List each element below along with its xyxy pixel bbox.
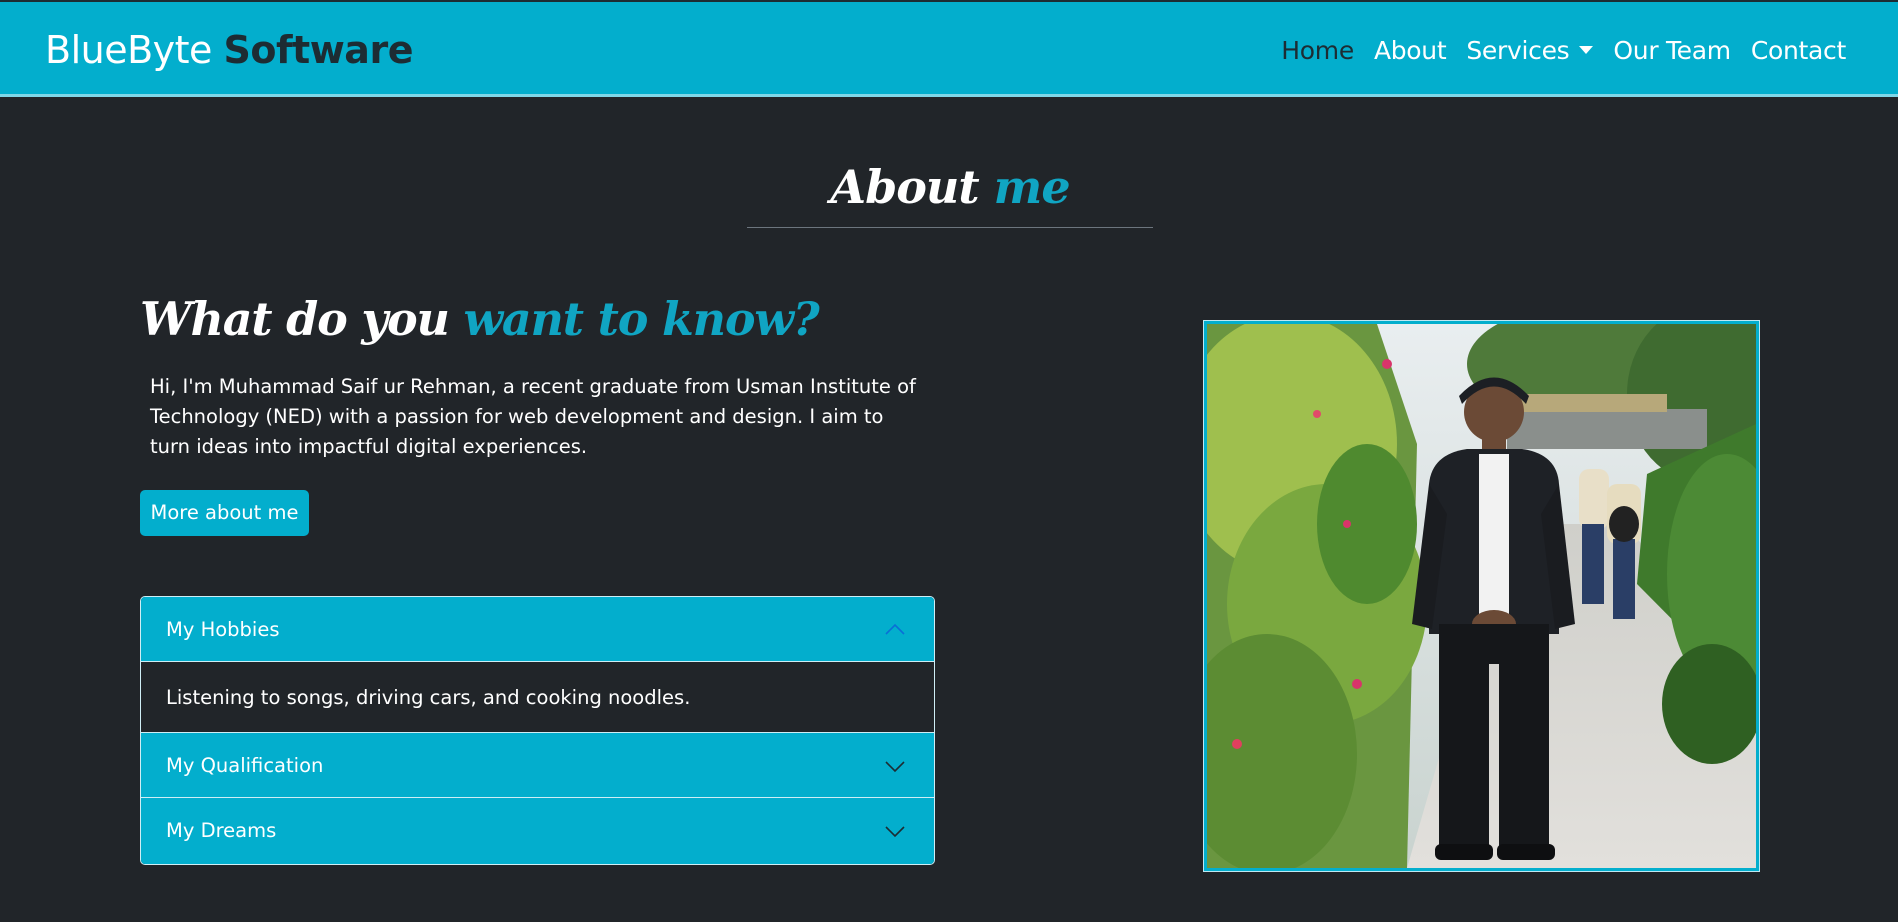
- intro-heading-accent: want to know?: [463, 292, 820, 346]
- accordion: My Hobbies Listening to songs, driving c…: [140, 596, 935, 865]
- accordion-label: My Hobbies: [166, 618, 280, 641]
- intro-heading-main: What do you: [140, 292, 450, 346]
- brand-logo[interactable]: BlueByte Software: [45, 28, 413, 72]
- nav-our-team[interactable]: Our Team: [1613, 36, 1731, 65]
- brand-name-part2: Software: [223, 28, 414, 72]
- accordion-header-qualification[interactable]: My Qualification: [141, 733, 934, 798]
- accordion-body-hobbies: Listening to songs, driving cars, and co…: [141, 662, 934, 733]
- more-about-me-button[interactable]: More about me: [140, 490, 309, 536]
- nav-home[interactable]: Home: [1281, 36, 1354, 65]
- accordion-body-text: Listening to songs, driving cars, and co…: [166, 686, 691, 709]
- nav-about[interactable]: About: [1374, 36, 1447, 65]
- navbar: BlueByte Software Home About Services Ou…: [0, 0, 1898, 97]
- chevron-down-icon: [885, 826, 905, 838]
- accordion-label: My Qualification: [166, 754, 324, 777]
- brand-name-part1: BlueByte: [45, 28, 212, 72]
- caret-down-icon: [1579, 46, 1594, 54]
- intro-paragraph: Hi, I'm Muhammad Saif ur Rehman, a recen…: [150, 375, 916, 458]
- intro-heading: What do you want to know?: [140, 292, 820, 346]
- nav-links: Home About Services Our Team Contact: [1281, 36, 1846, 65]
- section-title-main: About: [830, 160, 979, 214]
- section-divider: [747, 227, 1153, 228]
- section-title: About me: [747, 160, 1153, 214]
- accordion-header-dreams[interactable]: My Dreams: [141, 798, 934, 864]
- section-title-accent: me: [993, 160, 1071, 214]
- accordion-label: My Dreams: [166, 819, 277, 842]
- nav-contact[interactable]: Contact: [1751, 36, 1846, 65]
- profile-photo: [1203, 320, 1760, 872]
- nav-services-dropdown[interactable]: Services: [1466, 36, 1594, 65]
- accordion-header-hobbies[interactable]: My Hobbies: [141, 597, 934, 662]
- chevron-down-icon: [885, 761, 905, 773]
- profile-photo-image: [1207, 324, 1756, 868]
- nav-services-label: Services: [1466, 36, 1570, 65]
- chevron-up-icon: [885, 623, 905, 635]
